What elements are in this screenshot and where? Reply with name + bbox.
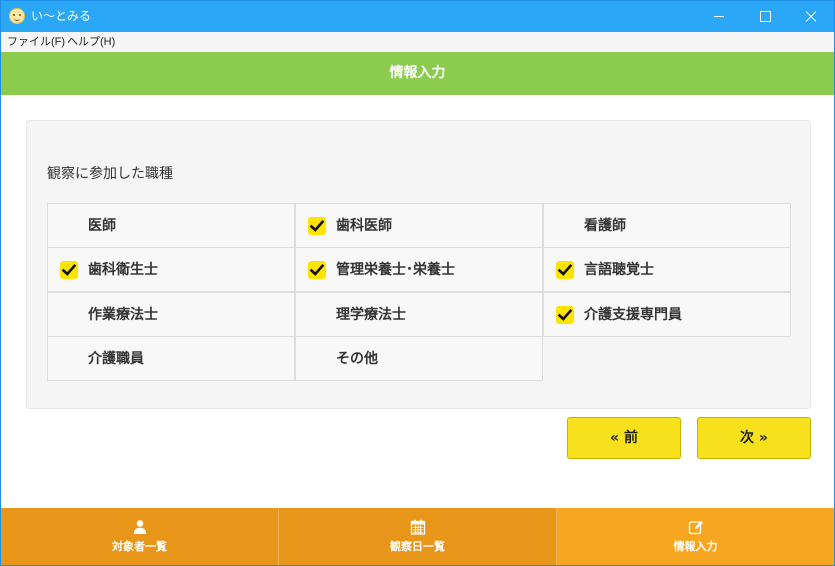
occupation-label: 歯科医師 xyxy=(336,218,392,234)
next-button[interactable]: 次 » xyxy=(697,417,811,459)
check-icon xyxy=(308,217,326,235)
check-icon xyxy=(60,261,78,279)
app-window: い〜とみる ファイル(F) ヘルプ(H) 情報入力 観察に参加した職種 医師 歯… xyxy=(0,0,835,566)
title-bar: い〜とみる xyxy=(1,1,834,32)
page-title: 情報入力 xyxy=(1,52,834,95)
occupation-label: 介護職員 xyxy=(88,351,144,367)
menu-help[interactable]: ヘルプ(H) xyxy=(67,35,115,49)
maximize-button[interactable] xyxy=(742,1,788,32)
occupation-label: 作業療法士 xyxy=(88,307,158,323)
occupation-card: 観察に参加した職種 医師 歯科医師 看護師 歯科衛生士 管理栄養士･栄養士 言語… xyxy=(26,120,811,409)
app-smiley-icon xyxy=(9,8,25,24)
minimize-button[interactable] xyxy=(696,1,742,32)
bottom-tab-bar: 対象者一覧 観察日一覧 情報入力 xyxy=(1,508,834,565)
occupation-grid: 医師 歯科医師 看護師 歯科衛生士 管理栄養士･栄養士 言語聴覚士 作業療法士 … xyxy=(47,203,791,382)
tab-label: 対象者一覧 xyxy=(112,540,167,553)
menu-file[interactable]: ファイル(F) xyxy=(7,35,65,49)
occupation-option-care-worker[interactable]: 介護職員 xyxy=(47,336,295,381)
occupation-option-occupational-therapist[interactable]: 作業療法士 xyxy=(47,292,295,337)
occupation-label: 介護支援専門員 xyxy=(584,307,682,323)
tab-label: 情報入力 xyxy=(673,540,718,553)
window-title: い〜とみる xyxy=(31,9,92,23)
occupation-label: 看護師 xyxy=(584,218,626,234)
tab-information-input[interactable]: 情報入力 xyxy=(557,508,834,565)
occupation-option-speech-therapist[interactable]: 言語聴覚士 xyxy=(543,247,791,292)
occupation-label: 理学療法士 xyxy=(336,307,406,323)
occupation-label: その他 xyxy=(336,351,378,367)
occupation-option-nurse[interactable]: 看護師 xyxy=(543,203,791,248)
check-icon xyxy=(556,261,574,279)
calendar-icon xyxy=(410,519,425,535)
check-icon xyxy=(556,306,574,324)
close-button[interactable] xyxy=(788,1,834,32)
occupation-option-other[interactable]: その他 xyxy=(295,336,543,381)
occupation-option-doctor[interactable]: 医師 xyxy=(47,203,295,248)
user-icon xyxy=(133,520,146,534)
occupation-option-physical-therapist[interactable]: 理学療法士 xyxy=(295,292,543,337)
occupation-option-dental-hygienist[interactable]: 歯科衛生士 xyxy=(47,247,295,292)
occupation-option-care-manager[interactable]: 介護支援専門員 xyxy=(543,292,791,337)
occupation-option-dentist[interactable]: 歯科医師 xyxy=(295,203,543,248)
prev-button[interactable]: « 前 xyxy=(567,417,681,459)
occupation-label: 医師 xyxy=(88,218,116,234)
occupation-label: 歯科衛生士 xyxy=(88,262,158,278)
occupation-label: 言語聴覚士 xyxy=(584,262,654,278)
menu-bar: ファイル(F) ヘルプ(H) xyxy=(1,32,834,52)
occupation-label: 管理栄養士･栄養士 xyxy=(336,262,455,278)
edit-icon xyxy=(688,521,703,535)
tab-observation-date-list[interactable]: 観察日一覧 xyxy=(279,508,557,565)
check-icon xyxy=(308,261,326,279)
tab-subject-list[interactable]: 対象者一覧 xyxy=(1,508,279,565)
occupation-option-dietitian[interactable]: 管理栄養士･栄養士 xyxy=(295,247,543,292)
section-title: 観察に参加した職種 xyxy=(47,166,173,182)
tab-label: 観察日一覧 xyxy=(390,540,445,553)
